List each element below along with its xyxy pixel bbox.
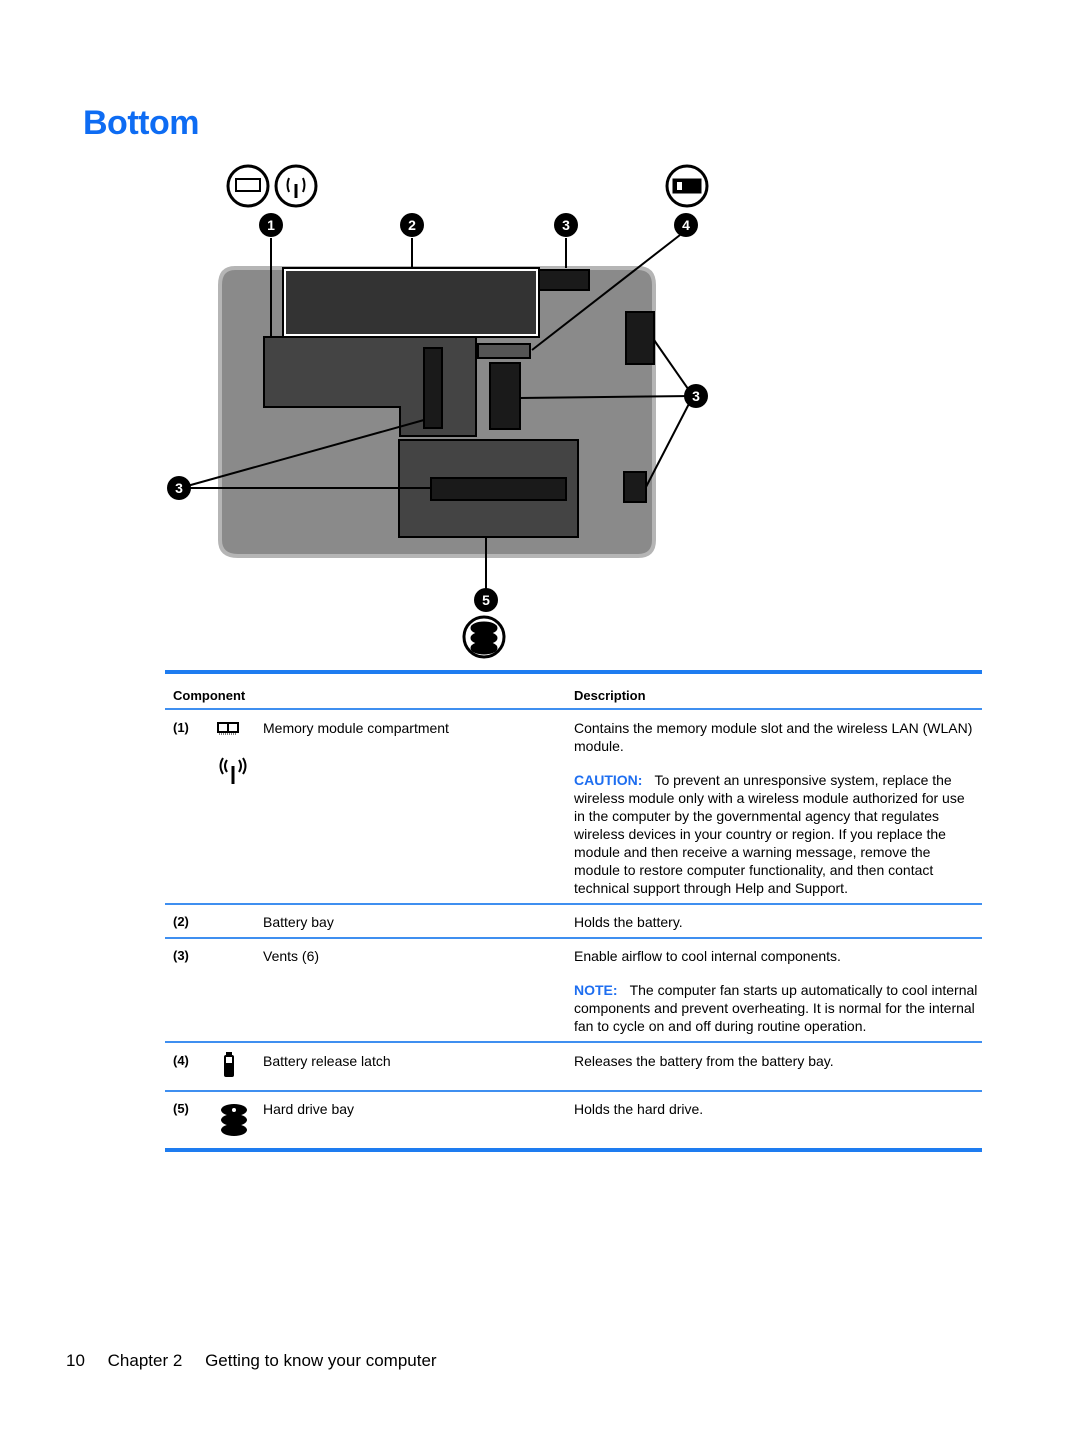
caution-text: To prevent an unresponsive system, repla…	[574, 772, 965, 896]
row-number: (1)	[173, 720, 189, 735]
laptop-bottom-figure: 1 2 3 4 3 3 5	[167, 164, 709, 659]
table-row: (3) Vents (6) Enable airflow to cool int…	[165, 939, 982, 1041]
component-name: Battery bay	[263, 914, 334, 930]
chapter-label: Chapter 2	[107, 1351, 183, 1370]
table-row: (1) Memory module compartment Contains t…	[165, 710, 982, 903]
page-heading: Bottom	[83, 104, 199, 142]
callout-3c: 3	[175, 480, 183, 496]
component-table: Component Description (1) Memory module …	[165, 670, 982, 1152]
page-footer: 10 Chapter 2 Getting to know your comput…	[66, 1351, 455, 1371]
battery-icon	[665, 164, 709, 208]
note-label: NOTE:	[574, 982, 618, 998]
memory-module-icon	[217, 722, 239, 740]
table-header: Component Description	[165, 674, 982, 708]
callout-4: 4	[682, 217, 690, 233]
callout-1: 1	[267, 217, 275, 233]
page-number: 10	[66, 1351, 85, 1370]
battery-latch	[477, 343, 531, 359]
component-name: Memory module compartment	[263, 720, 449, 736]
memory-module-icon	[226, 164, 270, 208]
row-number: (2)	[173, 914, 189, 929]
row-number: (3)	[173, 948, 189, 963]
callout-3b: 3	[692, 388, 700, 404]
table-bottom-rule	[165, 1148, 982, 1152]
wireless-icon	[217, 756, 249, 790]
callout-2: 2	[408, 217, 416, 233]
callout-5: 5	[482, 592, 490, 608]
description-text: Releases the battery from the battery ba…	[574, 1053, 834, 1069]
header-component: Component	[173, 688, 246, 703]
table-row: (4) Battery release latch Releases the b…	[165, 1043, 982, 1090]
description-text: Contains the memory module slot and the …	[574, 720, 973, 754]
description-text: Holds the battery.	[574, 914, 683, 930]
component-name: Vents (6)	[263, 948, 320, 964]
chapter-title: Getting to know your computer	[205, 1351, 437, 1370]
note-text: The computer fan starts up automatically…	[574, 982, 978, 1034]
hard-drive-icon	[219, 1104, 249, 1140]
description-text: Holds the hard drive.	[574, 1101, 704, 1117]
caution-label: CAUTION:	[574, 772, 643, 788]
battery-icon	[223, 1052, 235, 1082]
component-name: Hard drive bay	[263, 1101, 355, 1117]
component-name: Battery release latch	[263, 1053, 391, 1069]
table-row: (2) Battery bay Holds the battery.	[165, 905, 982, 937]
header-description: Description	[574, 688, 646, 703]
table-row: (5) Hard drive bay Holds the hard drive.	[165, 1092, 982, 1148]
row-number: (5)	[173, 1101, 189, 1116]
hard-drive-icon	[462, 615, 506, 659]
wireless-icon	[274, 164, 318, 208]
row-number: (4)	[173, 1053, 189, 1068]
description-text: Enable airflow to cool internal componen…	[574, 948, 841, 964]
callout-3: 3	[562, 217, 570, 233]
battery-bay	[284, 269, 538, 336]
